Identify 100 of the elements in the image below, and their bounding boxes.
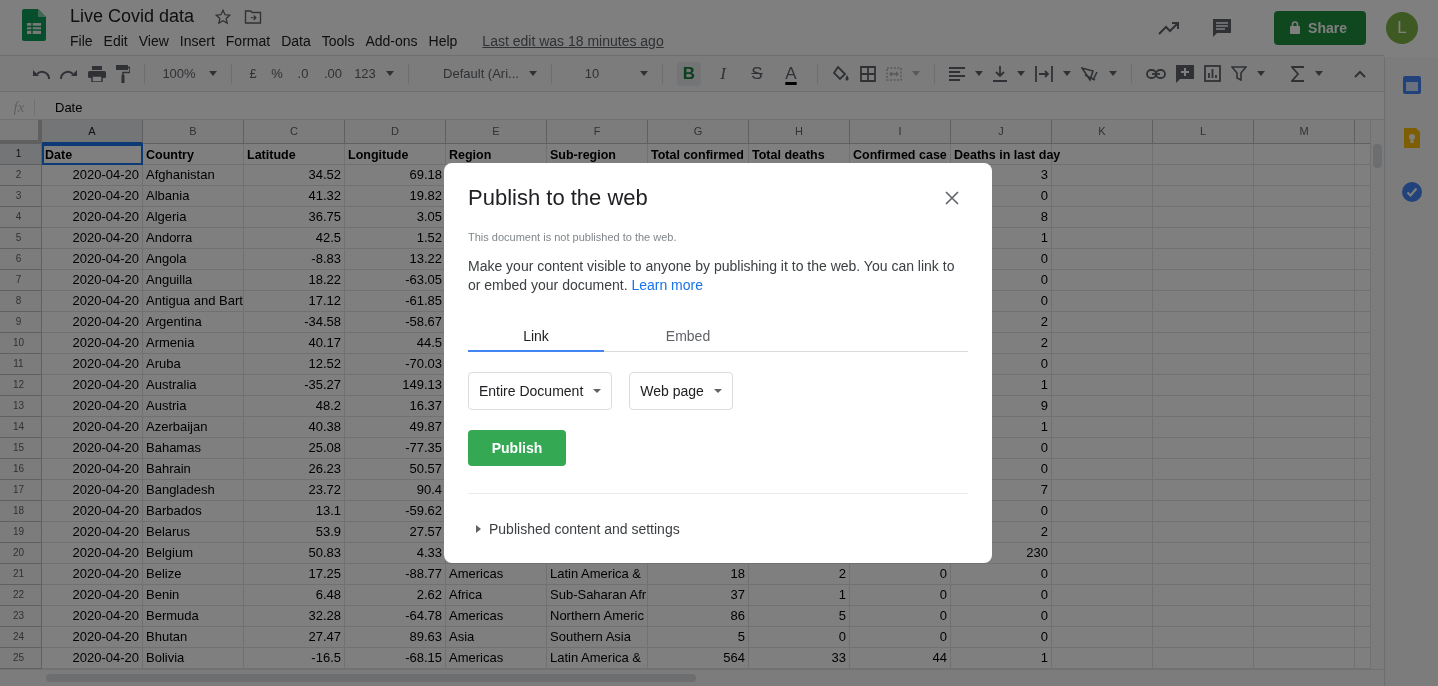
table-cell[interactable]: 27.57: [345, 522, 446, 543]
table-cell[interactable]: 42.5: [244, 228, 345, 249]
column-header[interactable]: B: [143, 120, 244, 144]
document-title[interactable]: Live Covid data: [70, 6, 195, 27]
column-header[interactable]: J: [951, 120, 1052, 144]
table-cell[interactable]: 50.57: [345, 459, 446, 480]
table-cell[interactable]: 0: [749, 627, 850, 648]
table-cell[interactable]: Australia: [143, 375, 244, 396]
italic-button[interactable]: I: [711, 61, 735, 86]
spreadsheet-logo-icon[interactable]: [22, 8, 46, 41]
table-cell[interactable]: 18.22: [244, 270, 345, 291]
table-cell[interactable]: 2020-04-20: [42, 606, 143, 627]
table-cell[interactable]: 40.17: [244, 333, 345, 354]
table-cell[interactable]: -88.77: [345, 564, 446, 585]
calendar-icon[interactable]: [1402, 76, 1421, 94]
column-header[interactable]: F: [547, 120, 648, 144]
caret-icon[interactable]: [386, 71, 394, 76]
column-header[interactable]: H: [749, 120, 850, 144]
table-cell[interactable]: -59.62: [345, 501, 446, 522]
table-cell[interactable]: 2020-04-20: [42, 312, 143, 333]
table-cell[interactable]: Bolivia: [143, 648, 244, 669]
last-edit-link[interactable]: Last edit was 18 minutes ago: [482, 33, 664, 49]
folder-icon[interactable]: [244, 8, 263, 25]
table-cell[interactable]: 2020-04-20: [42, 564, 143, 585]
table-cell[interactable]: -68.15: [345, 648, 446, 669]
table-cell[interactable]: Albania: [143, 186, 244, 207]
menu-item[interactable]: Insert: [179, 31, 221, 51]
table-cell[interactable]: Date: [42, 144, 143, 165]
merge-cells-icon[interactable]: [886, 66, 902, 81]
caret-icon[interactable]: [209, 71, 217, 76]
table-cell[interactable]: 2020-04-20: [42, 354, 143, 375]
table-cell[interactable]: 33: [749, 648, 850, 669]
menu-item[interactable]: Edit: [103, 31, 134, 51]
table-cell[interactable]: 36.75: [244, 207, 345, 228]
table-cell[interactable]: Austria: [143, 396, 244, 417]
text-color-button[interactable]: A: [779, 61, 803, 86]
menu-item[interactable]: Data: [281, 31, 317, 51]
caret-icon[interactable]: [1017, 71, 1025, 76]
table-cell[interactable]: Sub-region: [547, 144, 648, 165]
table-cell[interactable]: 2020-04-20: [42, 648, 143, 669]
row-number[interactable]: 22: [0, 585, 42, 606]
number-format-button[interactable]: 123: [354, 61, 376, 86]
table-cell[interactable]: Afghanistan: [143, 165, 244, 186]
row-number[interactable]: 9: [0, 312, 42, 333]
table-cell[interactable]: 17.12: [244, 291, 345, 312]
table-cell[interactable]: Aruba: [143, 354, 244, 375]
table-cell[interactable]: 17.25: [244, 564, 345, 585]
table-cell[interactable]: 2020-04-20: [42, 627, 143, 648]
strikethrough-button[interactable]: S: [745, 61, 769, 86]
caret-icon[interactable]: [1109, 71, 1117, 76]
table-cell[interactable]: 12.52: [244, 354, 345, 375]
fill-color-icon[interactable]: [832, 65, 850, 82]
table-cell[interactable]: 34.52: [244, 165, 345, 186]
row-number[interactable]: 19: [0, 522, 42, 543]
table-cell[interactable]: 26.23: [244, 459, 345, 480]
tab[interactable]: Link: [468, 327, 604, 352]
caret-icon[interactable]: [529, 71, 537, 76]
table-cell[interactable]: 2020-04-20: [42, 522, 143, 543]
table-cell[interactable]: 25.08: [244, 438, 345, 459]
dropdown[interactable]: Web page: [629, 372, 733, 410]
comment-icon[interactable]: [1212, 17, 1233, 38]
table-cell[interactable]: 2020-04-20: [42, 291, 143, 312]
table-cell[interactable]: 44.5: [345, 333, 446, 354]
menu-item[interactable]: Help: [428, 31, 464, 51]
table-cell[interactable]: 27.47: [244, 627, 345, 648]
menu-item[interactable]: Add-ons: [365, 31, 424, 51]
table-cell[interactable]: 2020-04-20: [42, 480, 143, 501]
star-icon[interactable]: [214, 7, 233, 26]
table-cell[interactable]: Country: [143, 144, 244, 165]
table-cell[interactable]: 2020-04-20: [42, 228, 143, 249]
table-cell[interactable]: 0: [951, 627, 1052, 648]
table-cell[interactable]: -70.03: [345, 354, 446, 375]
table-cell[interactable]: 0: [951, 564, 1052, 585]
table-cell[interactable]: Azerbaijan: [143, 417, 244, 438]
table-cell[interactable]: Bahrain: [143, 459, 244, 480]
table-cell[interactable]: Armenia: [143, 333, 244, 354]
table-cell[interactable]: 40.38: [244, 417, 345, 438]
table-cell[interactable]: -35.27: [244, 375, 345, 396]
table-cell[interactable]: 50.83: [244, 543, 345, 564]
table-cell[interactable]: 0: [850, 564, 951, 585]
table-cell[interactable]: Angola: [143, 249, 244, 270]
table-cell[interactable]: 6.48: [244, 585, 345, 606]
table-cell[interactable]: 23.72: [244, 480, 345, 501]
tasks-icon[interactable]: [1401, 182, 1422, 202]
table-cell[interactable]: 49.87: [345, 417, 446, 438]
vertical-scrollbar[interactable]: [1370, 120, 1384, 669]
chart-icon[interactable]: [1204, 65, 1221, 82]
decimal-increase-button[interactable]: .00: [322, 61, 344, 86]
column-header[interactable]: E: [446, 120, 547, 144]
close-icon[interactable]: [945, 191, 959, 205]
column-header[interactable]: G: [648, 120, 749, 144]
table-cell[interactable]: 2020-04-20: [42, 249, 143, 270]
row-number[interactable]: 11: [0, 354, 42, 375]
table-cell[interactable]: 2020-04-20: [42, 585, 143, 606]
share-button[interactable]: Share: [1274, 10, 1366, 45]
row-number[interactable]: 1: [0, 144, 42, 165]
table-cell[interactable]: Longitude: [345, 144, 446, 165]
table-cell[interactable]: -34.58: [244, 312, 345, 333]
table-cell[interactable]: 41.32: [244, 186, 345, 207]
table-cell[interactable]: 0: [951, 585, 1052, 606]
